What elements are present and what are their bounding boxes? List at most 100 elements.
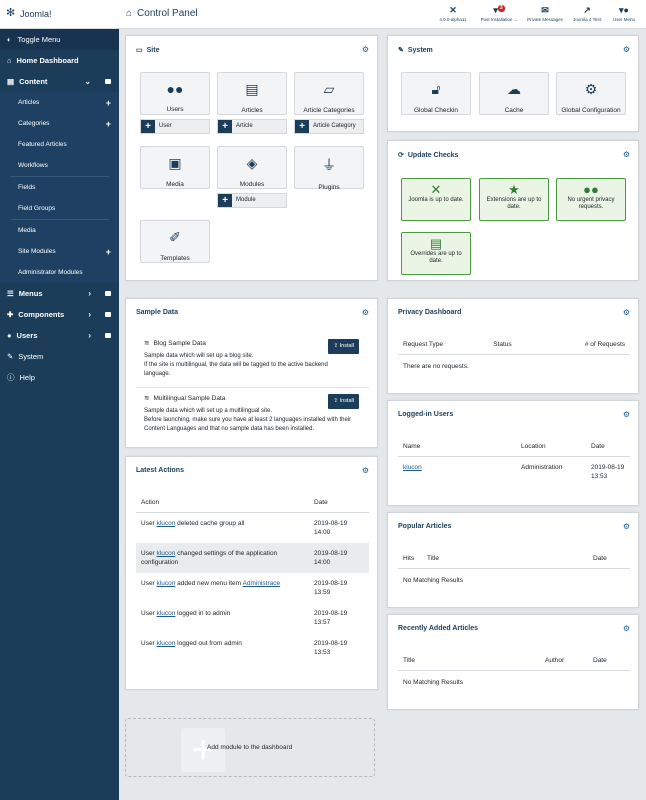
- add-module-dropzone[interactable]: + Add module to the dashboard: [125, 718, 375, 777]
- menu-item-link[interactable]: Administrace: [243, 580, 281, 587]
- toggle-icon: ◐: [7, 35, 12, 44]
- sidebar-item-field-groups[interactable]: Field Groups: [0, 198, 119, 219]
- gear-icon[interactable]: ⚙: [623, 624, 630, 633]
- dashboard-icon[interactable]: [105, 291, 111, 296]
- tile-cache[interactable]: ☁ Cache: [479, 72, 549, 115]
- tile-extensions-up-to-date[interactable]: ★ Extensions are up to date.: [479, 178, 549, 221]
- envelope-icon: ✉: [541, 5, 549, 15]
- sidebar-item-home[interactable]: ⌂ Home Dashboard: [0, 50, 119, 71]
- site-module: ▭ Site ⚙ ●● Users ▤ Articles ▱ Article Categ…: [125, 35, 378, 281]
- tile-article-categories[interactable]: ▱ Article Categories: [294, 72, 364, 115]
- update-checks-module: ⟳ Update Checks ⚙ ✕ Joomla is up to date. …: [387, 140, 639, 281]
- plus-icon: +: [141, 120, 155, 133]
- sidebar-item-site-modules[interactable]: Site Modules +: [0, 241, 119, 262]
- add-category-icon[interactable]: +: [106, 119, 111, 129]
- latest-actions-module: Latest Actions ⚙ Action Date User klucon …: [125, 456, 378, 690]
- tile-overrides-up-to-date[interactable]: ▤ Overrides are up to date.: [401, 232, 471, 275]
- user-link[interactable]: klucon: [157, 550, 176, 557]
- user-link[interactable]: klucon: [157, 580, 176, 587]
- dashboard-icon[interactable]: [105, 333, 111, 338]
- sidebar-item-categories[interactable]: Categories +: [0, 113, 119, 134]
- tile-modules[interactable]: ◈ Modules: [217, 146, 287, 189]
- user-link[interactable]: klucon: [157, 640, 176, 647]
- user-link[interactable]: klucon: [157, 610, 176, 617]
- star-icon: ★: [508, 182, 520, 197]
- tile-global-configuration[interactable]: ⚙ Global Configuration: [556, 72, 626, 115]
- add-module-icon[interactable]: +: [106, 247, 111, 257]
- gear-icon[interactable]: ⚙: [623, 150, 630, 159]
- wifi-icon: ≋: [144, 340, 150, 347]
- sidebar-item-administrator-modules[interactable]: Administrator Modules: [0, 262, 119, 283]
- logged-in-users-table: Name Location Date klucon Administration 2…: [398, 437, 630, 487]
- content-submenu: Articles + Categories + Featured Articles …: [0, 92, 119, 283]
- sidebar-item-media[interactable]: Media: [0, 220, 119, 241]
- sidebar-item-articles[interactable]: Articles +: [0, 92, 119, 113]
- gear-icon[interactable]: ⚙: [623, 522, 630, 531]
- sidebar-item-help[interactable]: ⓘ Help: [0, 367, 119, 388]
- paint-brush-icon: ✐: [169, 229, 181, 245]
- tile-media[interactable]: ▣ Media: [140, 146, 210, 189]
- dashboard-icon[interactable]: [105, 312, 111, 317]
- system-module-title: ✎ System: [398, 46, 433, 55]
- tile-articles[interactable]: ▤ Articles: [217, 72, 287, 115]
- chevron-right-icon: ›: [88, 289, 91, 298]
- latest-actions-title: Latest Actions: [136, 467, 184, 474]
- sidebar-item-components[interactable]: ✚ Components ›: [0, 304, 119, 325]
- sample-item-blog: ≋ Blog Sample Data ⇪ Install Sample data …: [136, 339, 369, 388]
- install-blog-button[interactable]: ⇪ Install: [328, 339, 359, 354]
- user-circle-icon: ▾●: [619, 5, 629, 15]
- popular-articles-table: Hits Title Date: [398, 549, 630, 569]
- install-multilingual-button[interactable]: ⇪ Install: [328, 394, 359, 409]
- add-module-button[interactable]: + Module: [217, 193, 287, 208]
- popular-articles-title: Popular Articles: [398, 523, 452, 530]
- plus-icon: +: [295, 120, 309, 133]
- gear-icon[interactable]: ⚙: [362, 466, 369, 475]
- system-module: ✎ System ⚙ 🔓︎ Global Checkin ☁ Cache ⚙ Globa…: [387, 35, 639, 132]
- sidebar-item-content[interactable]: ▤ Content ⌄: [0, 71, 119, 92]
- sidebar-item-system[interactable]: ✎ System: [0, 346, 119, 367]
- tile-privacy-requests[interactable]: ●● No urgent privacy requests.: [556, 178, 626, 221]
- user-menu-item[interactable]: ▾● User Menu: [603, 5, 645, 22]
- add-article-category-button[interactable]: + Article Category: [294, 119, 364, 134]
- site-module-title: ▭ Site: [136, 46, 160, 55]
- users-icon: ●●: [583, 182, 599, 197]
- dashboard-icon[interactable]: [105, 79, 111, 84]
- gear-icon[interactable]: ⚙: [362, 45, 369, 54]
- privacy-empty-message: There are no requests.: [403, 363, 469, 370]
- tile-users[interactable]: ●● Users: [140, 72, 210, 115]
- gear-icon[interactable]: ⚙: [623, 308, 630, 317]
- desktop-icon: ▭: [136, 47, 143, 54]
- toggle-menu-button[interactable]: ◐ Toggle Menu: [0, 29, 119, 50]
- plug-icon: ⏚: [322, 157, 336, 173]
- table-row: User klucon changed settings of the appl…: [136, 543, 369, 573]
- users-icon: ●●: [166, 81, 184, 97]
- sidebar-item-fields[interactable]: Fields: [0, 177, 119, 198]
- sidebar-item-workflows[interactable]: Workflows: [0, 155, 119, 176]
- puzzle-icon: ✚: [7, 310, 14, 319]
- logged-in-users-module: Logged-in Users ⚙ Name Location Date kluco…: [387, 400, 639, 506]
- gear-icon[interactable]: ⚙: [623, 410, 630, 419]
- joomla-icon: ✕: [430, 182, 442, 197]
- sidebar-item-users[interactable]: ● Users ›: [0, 325, 119, 346]
- gear-icon[interactable]: ⚙: [362, 308, 369, 317]
- add-article-button[interactable]: + Article: [217, 119, 287, 134]
- joomla-logo[interactable]: ✻ Joomla!: [6, 8, 52, 19]
- recent-empty-message: No Matching Results: [403, 679, 463, 686]
- add-user-button[interactable]: + User: [140, 119, 210, 134]
- sidebar-item-featured-articles[interactable]: Featured Articles: [0, 134, 119, 155]
- tile-global-checkin[interactable]: 🔓︎ Global Checkin: [401, 72, 471, 115]
- version-item[interactable]: ✕ 4.0.0-alpha11: [430, 5, 476, 22]
- private-messages-item[interactable]: ✉ Private Messages: [522, 5, 568, 22]
- post-installation-item[interactable]: ▾ 3 Post Installation ...: [476, 5, 522, 22]
- user-link[interactable]: klucon: [403, 464, 422, 471]
- gear-icon[interactable]: ⚙: [623, 45, 630, 54]
- privacy-dashboard-title: Privacy Dashboard: [398, 309, 462, 316]
- tile-plugins[interactable]: ⏚ Plugins: [294, 146, 364, 191]
- wrench-icon: ✎: [398, 47, 404, 54]
- user-link[interactable]: klucon: [157, 520, 176, 527]
- joomla-icon: ✕: [449, 5, 457, 15]
- tile-templates[interactable]: ✐ Templates: [140, 220, 210, 263]
- add-article-icon[interactable]: +: [106, 98, 111, 108]
- tile-joomla-up-to-date[interactable]: ✕ Joomla is up to date.: [401, 178, 471, 221]
- sidebar-item-menus[interactable]: ☰ Menus ›: [0, 283, 119, 304]
